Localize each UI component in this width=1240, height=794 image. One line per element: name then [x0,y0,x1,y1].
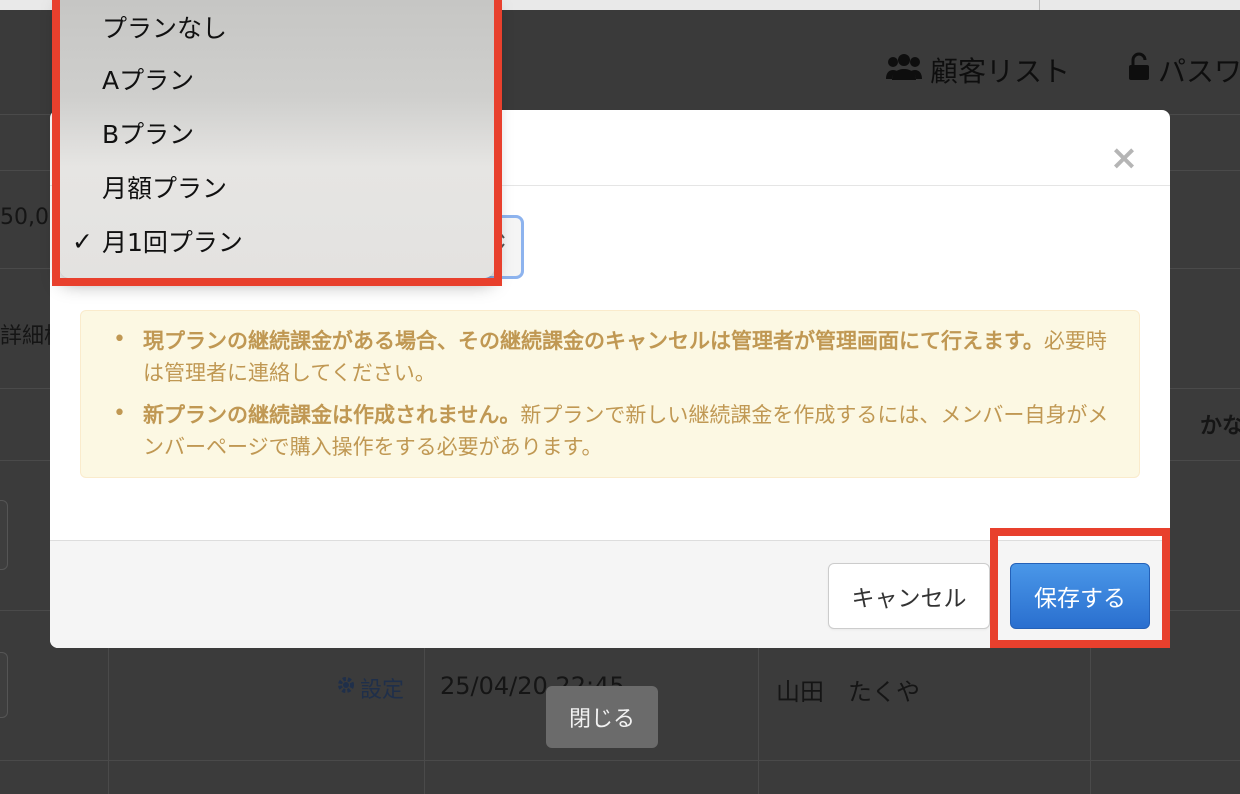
dropdown-option[interactable]: 月額プラン [60,160,494,214]
nav-customer-list[interactable]: 顧客リスト [886,50,1070,90]
dropdown-option[interactable]: プランなし [60,0,494,54]
table-divider [0,760,1240,761]
plan-dropdown-menu: プランなし Aプラン Bプラン 月額プラン ✓ 月1回プラン [60,0,494,278]
bullet-icon: • [113,327,126,352]
close-icon[interactable]: × [1106,140,1142,176]
alert-bold-text: 現プランの継続課金がある場合、その継続課金のキャンセルは管理者が管理画面にて行え… [143,329,1044,353]
dropdown-option-label: Aプラン [102,66,195,95]
name-fragment: かな [1200,414,1240,439]
alert-text: 新プランの継続課金は作成されません。新プランで新しい継続課金を作成するには、メン… [143,399,1113,463]
modal-footer: キャンセル 保存する [50,540,1170,648]
nav-password[interactable]: パスワ [1128,50,1240,90]
dropdown-option-label: 月額プラン [102,174,228,203]
users-icon [886,52,922,89]
dropdown-option[interactable]: Aプラン [60,52,494,106]
setting-link-label: 設定 [360,678,405,703]
dropdown-option-label: プランなし [102,14,228,43]
gear-icon [336,675,356,701]
dropdown-option-selected[interactable]: ✓ 月1回プラン [60,214,494,268]
bullet-icon: • [113,401,126,426]
select-arrows-icon [494,230,506,258]
dropdown-option[interactable]: Bプラン [60,106,494,160]
dropdown-option-label: Bプラン [102,120,195,149]
close-toast-button[interactable]: 閉じる [546,686,658,748]
warning-alert: • 現プランの継続課金がある場合、その継続課金のキャンセルは管理者が管理画面にて… [80,310,1140,478]
background-button[interactable] [0,500,8,570]
row-name: 山田 たくや [776,678,920,706]
nav-customer-list-label: 顧客リスト [930,55,1071,88]
nav-password-label: パスワ [1158,55,1240,88]
checkmark-icon: ✓ [72,226,93,256]
alert-text: 現プランの継続課金がある場合、その継続課金のキャンセルは管理者が管理画面にて行え… [143,325,1113,389]
alert-bold-text: 新プランの継続課金は作成されません。 [143,403,521,427]
amount-fragment: 50,0 [0,205,49,230]
cancel-button[interactable]: キャンセル [828,563,990,629]
background-button[interactable] [0,652,8,718]
setting-link[interactable]: 設定 [336,672,404,704]
save-button[interactable]: 保存する [1010,563,1150,629]
lock-icon [1128,52,1150,89]
dropdown-option-label: 月1回プラン [102,228,243,257]
